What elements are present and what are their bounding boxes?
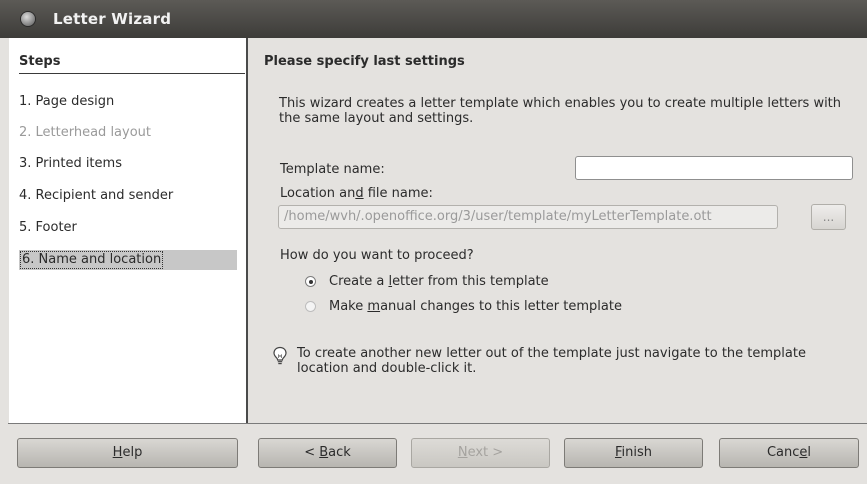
template-name-field[interactable] xyxy=(575,156,853,180)
steps-header: Steps xyxy=(19,54,61,69)
proceed-question: How do you want to proceed? xyxy=(280,248,474,263)
option-create-letter-radio[interactable] xyxy=(305,276,316,287)
intro-text: This wizard creates a letter template wh… xyxy=(279,96,842,126)
finish-label: inish xyxy=(621,445,653,460)
back-button[interactable]: < Back xyxy=(258,438,397,468)
back-mnemonic: B xyxy=(319,445,329,460)
finish-button[interactable]: Finish xyxy=(564,438,703,468)
option-manual-pre: Make xyxy=(329,299,368,314)
next-mnemonic: N xyxy=(457,445,468,460)
option-create-letter-label: Create a letter from this template xyxy=(329,272,549,292)
button-bar-divider xyxy=(8,423,867,424)
location-file-field: /home/wvh/.openoffice.org/3/user/templat… xyxy=(278,205,778,229)
help-label: elp xyxy=(122,445,143,460)
location-label-mnemonic: d xyxy=(355,186,364,201)
settings-panel: Please specify last settings This wizard… xyxy=(248,38,867,424)
cancel-prefix: Canc xyxy=(766,445,800,460)
option-create-pre: Create a xyxy=(329,274,389,289)
step-printed-items[interactable]: 3. Printed items xyxy=(19,154,122,174)
option-manual-changes-label: Make manual changes to this letter templ… xyxy=(329,297,622,317)
location-label: Location and file name: xyxy=(280,186,433,201)
help-button[interactable]: Help xyxy=(17,438,238,468)
location-label-post: file name: xyxy=(363,186,433,201)
cancel-label: l xyxy=(807,445,812,460)
option-manual-changes-radio[interactable] xyxy=(305,301,316,312)
step-page-design[interactable]: 1. Page design xyxy=(19,92,114,112)
option-manual-mnemonic: m xyxy=(367,299,381,314)
help-mnemonic: H xyxy=(112,445,123,460)
letter-wizard-dialog: Letter Wizard Steps 1. Page design 2. Le… xyxy=(0,0,867,484)
step-name-and-location[interactable]: 6. Name and location xyxy=(19,250,237,270)
template-name-label: Template name: xyxy=(280,162,385,177)
next-button[interactable]: Next > xyxy=(411,438,550,468)
window-title: Letter Wizard xyxy=(53,10,172,28)
step-name-and-location-label: 6. Name and location xyxy=(20,251,164,269)
cancel-button[interactable]: Cancel xyxy=(719,438,859,468)
step-recipient-and-sender[interactable]: 4. Recipient and sender xyxy=(19,186,173,206)
lightbulb-icon xyxy=(273,346,287,365)
option-create-post: etter from this template xyxy=(392,274,549,289)
title-bar[interactable]: Letter Wizard xyxy=(0,0,867,38)
option-manual-post: anual changes to this letter template xyxy=(380,299,622,314)
step-letterhead-layout: 2. Letterhead layout xyxy=(19,125,152,140)
page-title: Please specify last settings xyxy=(264,54,465,69)
location-label-pre: Location an xyxy=(280,186,356,201)
back-prefix: < xyxy=(304,445,320,460)
back-label: ack xyxy=(328,445,351,460)
browse-button[interactable]: ... xyxy=(811,204,846,230)
window-menu-icon[interactable] xyxy=(21,12,35,26)
steps-panel: Steps 1. Page design 2. Letterhead layou… xyxy=(9,38,246,424)
step-footer[interactable]: 5. Footer xyxy=(19,218,77,238)
next-label: ext > xyxy=(467,445,504,460)
steps-header-divider xyxy=(19,73,245,74)
tip-text: To create another new letter out of the … xyxy=(297,346,806,376)
